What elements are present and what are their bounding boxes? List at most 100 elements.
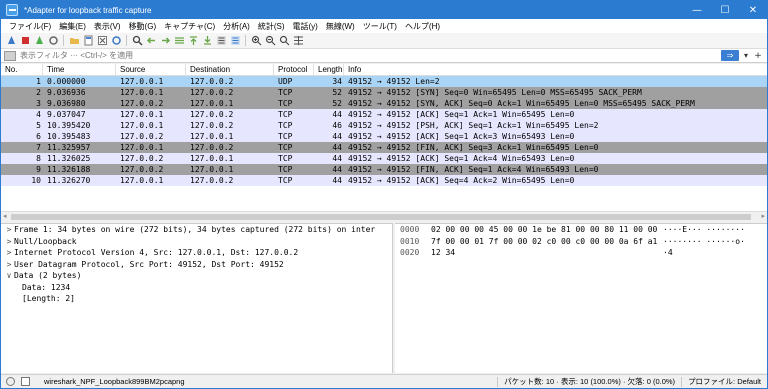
packet-row[interactable]: 1 0.000000 127.0.0.1 127.0.0.2 UDP 34 49152 → … xyxy=(1,76,767,87)
packet-row[interactable]: 10 11.326270 127.0.0.1 127.0.0.2 TCP 44 49152 … xyxy=(1,175,767,186)
menu-telephony[interactable]: 電話(y) xyxy=(289,21,322,32)
expander-icon[interactable]: > xyxy=(4,236,14,248)
restart-capture-icon[interactable] xyxy=(34,35,45,46)
last-packet-icon[interactable] xyxy=(202,35,213,46)
hex-row[interactable]: 0020 12 34 ·4 xyxy=(395,247,767,259)
filter-bookmark-icon[interactable] xyxy=(4,50,16,61)
expander-icon[interactable]: > xyxy=(4,247,14,259)
expert-info-icon[interactable] xyxy=(6,377,15,386)
close-button[interactable]: ✕ xyxy=(739,1,767,19)
scrollbar-thumb[interactable] xyxy=(11,214,751,220)
minimize-button[interactable]: — xyxy=(683,1,711,19)
reload-icon[interactable] xyxy=(111,35,122,46)
zoom-out-icon[interactable] xyxy=(265,35,276,46)
status-profile[interactable]: プロファイル: Default xyxy=(682,376,767,387)
packet-row[interactable]: 6 10.395483 127.0.0.2 127.0.0.1 TCP 44 49152 →… xyxy=(1,131,767,142)
first-packet-icon[interactable] xyxy=(188,35,199,46)
detail-tree-item[interactable]: > Null/Loopback xyxy=(1,236,392,248)
normal-size-icon[interactable] xyxy=(279,35,290,46)
packet-row[interactable]: 7 11.325957 127.0.0.1 127.0.0.2 TCP 44 49152 →… xyxy=(1,142,767,153)
packet-cell-src: 127.0.0.2 xyxy=(120,99,164,108)
column-header-time[interactable]: Time xyxy=(43,64,116,75)
hex-row[interactable]: 0010 7f 00 00 01 7f 00 00 02 c0 00 c0 00 … xyxy=(395,236,767,248)
find-packet-icon[interactable] xyxy=(132,35,143,46)
scroll-left-arrow[interactable]: ◂ xyxy=(3,212,7,220)
packet-row[interactable]: 5 10.395420 127.0.0.1 127.0.0.2 TCP 46 49152 →… xyxy=(1,120,767,131)
expander-icon[interactable]: > xyxy=(4,259,14,271)
packet-bytes-pane: 0000 02 00 00 00 45 00 00 1e be 81 00 00 … xyxy=(395,223,767,373)
detail-tree-item[interactable]: ∨ Data (2 bytes) xyxy=(1,270,392,282)
packet-list-hscrollbar[interactable]: ◂ ▸ xyxy=(1,211,767,221)
menu-statistics[interactable]: 統計(S) xyxy=(254,21,289,32)
packet-cell-proto: TCP xyxy=(278,143,293,152)
capture-options-icon[interactable] xyxy=(48,35,59,46)
go-forward-icon[interactable] xyxy=(160,35,171,46)
stop-capture-icon[interactable] xyxy=(20,35,31,46)
packet-row[interactable]: 8 11.326025 127.0.0.2 127.0.0.1 TCP 44 49152 →… xyxy=(1,153,767,164)
menu-view[interactable]: 表示(V) xyxy=(90,21,125,32)
start-capture-icon[interactable] xyxy=(6,35,17,46)
hex-ascii: ····E··· ········ xyxy=(663,225,745,234)
close-file-icon[interactable] xyxy=(97,35,108,46)
detail-text: Data (2 bytes) xyxy=(14,271,82,280)
column-header-source[interactable]: Source xyxy=(116,64,186,75)
packet-cell-src: 127.0.0.1 xyxy=(120,176,164,185)
menu-tools[interactable]: ツール(T) xyxy=(359,21,401,32)
window-controls: — ☐ ✕ xyxy=(683,1,767,19)
save-file-icon[interactable] xyxy=(83,35,94,46)
detail-tree-item[interactable]: Data: 1234 xyxy=(1,282,392,294)
expander-icon[interactable]: ∨ xyxy=(4,270,14,282)
zoom-in-icon[interactable] xyxy=(251,35,262,46)
packet-row[interactable]: 9 11.326188 127.0.0.2 127.0.0.1 TCP 44 49152 →… xyxy=(1,164,767,175)
packet-cell-time: 9.036936 xyxy=(47,88,86,97)
detail-tree-item[interactable]: > User Datagram Protocol, Src Port: 49152… xyxy=(1,259,392,271)
maximize-button[interactable]: ☐ xyxy=(711,1,739,19)
packet-row[interactable]: 3 9.036980 127.0.0.2 127.0.0.1 TCP 52 49152 → … xyxy=(1,98,767,109)
expander-icon[interactable]: > xyxy=(4,224,14,236)
capture-comment-icon[interactable] xyxy=(21,377,30,386)
column-header-destination[interactable]: Destination xyxy=(186,64,274,75)
column-header-no[interactable]: No. xyxy=(1,64,43,75)
autoscroll-icon[interactable] xyxy=(216,35,227,46)
display-filter-input[interactable] xyxy=(16,49,721,62)
menu-analyze[interactable]: 分析(A) xyxy=(219,21,254,32)
column-header-protocol[interactable]: Protocol xyxy=(274,64,314,75)
detail-tree-item[interactable]: > Frame 1: 34 bytes on wire (272 bits), 3… xyxy=(1,224,392,236)
packet-cell-info: 49152 → 49152 [ACK] Seq=1 Ack=4 Win=6549… xyxy=(348,154,575,163)
menu-help[interactable]: ヘルプ(H) xyxy=(401,21,444,32)
status-file-name: wireshark_NPF_Loopback899BM2pcapng xyxy=(44,377,185,386)
menu-file[interactable]: ファイル(F) xyxy=(5,21,55,32)
apply-filter-button[interactable]: ⇒ xyxy=(721,50,739,61)
packet-cell-len: 44 xyxy=(332,110,342,119)
packet-cell-len: 44 xyxy=(332,165,342,174)
packet-row[interactable]: 2 9.036936 127.0.0.1 127.0.0.2 TCP 52 49152 → … xyxy=(1,87,767,98)
detail-tree-item[interactable]: > Internet Protocol Version 4, Src: 127.0… xyxy=(1,247,392,259)
open-file-icon[interactable] xyxy=(69,35,80,46)
column-header-length[interactable]: Length xyxy=(314,64,344,75)
menu-go[interactable]: 移動(G) xyxy=(125,21,161,32)
menu-capture[interactable]: キャプチャ(C) xyxy=(160,21,219,32)
go-back-icon[interactable] xyxy=(146,35,157,46)
packet-cell-len: 34 xyxy=(332,77,342,86)
main-toolbar xyxy=(1,33,767,49)
filter-history-dropdown[interactable]: ▾ xyxy=(741,50,751,61)
hex-row[interactable]: 0000 02 00 00 00 45 00 00 1e be 81 00 00 … xyxy=(395,224,767,236)
packet-cell-proto: UDP xyxy=(278,77,293,86)
column-header-info[interactable]: Info xyxy=(344,64,767,75)
packet-cell-len: 52 xyxy=(332,99,342,108)
packet-row[interactable]: 4 9.037047 127.0.0.1 127.0.0.2 TCP 44 49152 → … xyxy=(1,109,767,120)
packet-cell-dst: 127.0.0.2 xyxy=(190,88,234,97)
add-filter-button[interactable]: + xyxy=(753,50,763,61)
detail-tree-item[interactable]: [Length: 2] xyxy=(1,293,392,305)
hex-offset: 0020 xyxy=(400,248,420,257)
go-to-packet-icon[interactable] xyxy=(174,35,185,46)
menu-wireless[interactable]: 無線(W) xyxy=(322,21,359,32)
menu-edit[interactable]: 編集(E) xyxy=(55,21,90,32)
resize-columns-icon[interactable] xyxy=(293,35,304,46)
colorize-icon[interactable] xyxy=(230,35,241,46)
scroll-right-arrow[interactable]: ▸ xyxy=(761,212,765,220)
packet-cell-proto: TCP xyxy=(278,165,293,174)
detail-text: Frame 1: 34 bytes on wire (272 bits), 34… xyxy=(14,225,376,234)
packet-cell-dst: 127.0.0.2 xyxy=(190,143,234,152)
packet-cell-len: 44 xyxy=(332,154,342,163)
